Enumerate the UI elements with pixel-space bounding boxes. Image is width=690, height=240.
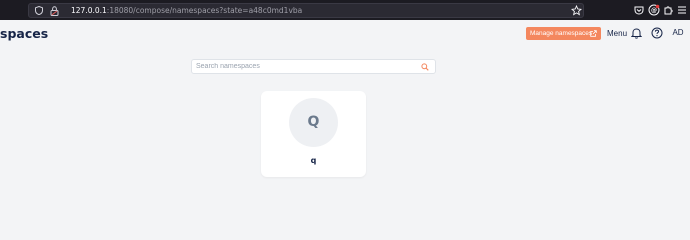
app-header: spaces Manage namespaces Menu AD (0, 20, 690, 48)
bookmark-star-icon[interactable] (571, 5, 582, 16)
pocket-icon[interactable] (633, 4, 645, 16)
help-icon[interactable] (651, 27, 663, 39)
extensions-puzzle-icon[interactable] (662, 4, 674, 16)
url-bar[interactable]: 127.0.0.1:18080/compose/namespaces?state… (28, 3, 584, 18)
shield-icon[interactable] (35, 6, 43, 15)
manage-namespaces-button[interactable]: Manage namespaces (526, 27, 601, 40)
search-input[interactable] (196, 60, 416, 73)
external-link-icon (590, 30, 597, 37)
lock-icon[interactable] (50, 6, 59, 16)
manage-namespaces-label: Manage namespaces (530, 30, 593, 37)
menu-button[interactable]: Menu (607, 28, 627, 39)
namespace-card[interactable]: Q q (261, 91, 366, 177)
menu-icon[interactable] (676, 4, 688, 16)
svg-text:@: @ (651, 7, 657, 14)
url-host: 127.0.0.1 (71, 6, 107, 15)
user-avatar[interactable]: AD (668, 23, 688, 43)
bell-icon[interactable] (631, 27, 642, 39)
page-title: spaces (0, 26, 49, 41)
namespace-avatar: Q (289, 98, 338, 147)
url-path: :18080/compose/namespaces?state=a48c0md1… (106, 6, 303, 15)
namespace-name: q (310, 156, 317, 165)
search-icon[interactable] (421, 63, 429, 71)
extension-icon[interactable]: @ (648, 4, 660, 16)
url-text[interactable]: 127.0.0.1:18080/compose/namespaces?state… (71, 5, 302, 17)
browser-toolbar: 127.0.0.1:18080/compose/namespaces?state… (0, 0, 690, 20)
search-box (191, 59, 436, 74)
